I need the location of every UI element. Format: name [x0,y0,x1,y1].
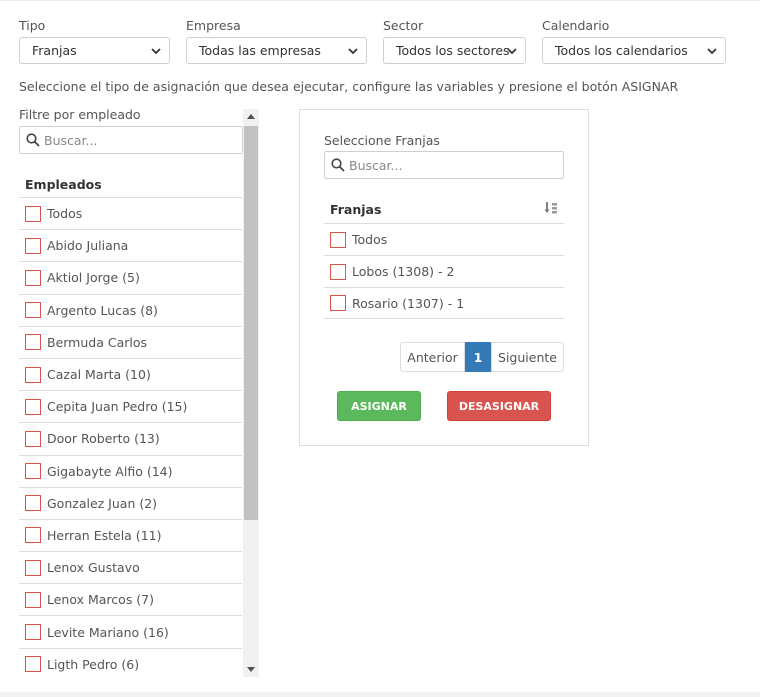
list-item-label: Herran Estela (11) [47,527,162,543]
list-item[interactable]: Door Roberto (13) [19,422,242,454]
checkbox[interactable] [25,334,41,351]
sector-select[interactable]: Todos los sectores [383,37,526,64]
sort-icon[interactable] [544,201,558,215]
list-item-label: Levite Mariano (16) [47,624,169,640]
list-item[interactable]: Lenox Marcos (7) [19,583,242,615]
franjas-header: Franjas [324,198,564,224]
checkbox[interactable] [25,591,41,608]
list-item[interactable]: Gigabayte Alfio (14) [19,454,242,487]
checkbox[interactable] [330,295,346,311]
list-item-label: Gigabayte Alfio (14) [47,463,173,479]
franjas-search[interactable] [324,151,564,179]
list-item[interactable]: Ligth Pedro (6) [19,647,242,680]
checkbox[interactable] [330,231,346,248]
assign-button[interactable]: ASIGNAR [337,391,421,421]
checkbox[interactable] [25,559,41,576]
list-item[interactable]: Todos [19,197,242,229]
checkbox[interactable] [25,366,41,383]
sector-select-value: Todos los sectores [396,43,510,58]
list-item[interactable]: Cepita Juan Pedro (15) [19,390,242,422]
calendario-select[interactable]: Todos los calendarios [542,37,726,64]
employee-scrollbar[interactable] [243,109,259,677]
list-item-label: Gonzalez Juan (2) [47,495,158,511]
franjas-search-input[interactable] [349,152,554,178]
scroll-thumb[interactable] [244,126,258,520]
checkbox[interactable] [25,624,41,641]
list-item-label: Cazal Marta (10) [47,367,151,383]
calendario-select-value: Todos los calendarios [555,43,688,58]
checkbox[interactable] [330,263,346,280]
checkbox[interactable] [25,430,41,447]
list-item-label: Door Roberto (13) [47,431,160,447]
list-item-label: Lenox Gustavo [47,560,140,576]
checkbox[interactable] [25,463,41,480]
franjas-panel: Seleccione Franjas Franjas Todos Lobos (1… [299,109,589,446]
employee-search-input[interactable] [44,127,234,153]
checkbox[interactable] [25,495,41,512]
list-item-label: Todos [47,206,83,222]
checkbox[interactable] [25,398,41,415]
list-item-label: Bermuda Carlos [47,334,148,350]
employee-filter-label: Filtre por empleado [19,107,141,122]
list-item[interactable]: Todos [324,223,564,255]
assignment-page: Tipo Franjas Empresa Todas las empresas … [0,0,760,697]
list-item[interactable]: Gonzalez Juan (2) [19,486,242,519]
list-item-label: Lobos (1308) - 2 [352,264,455,279]
empresa-select[interactable]: Todas las empresas [186,37,367,64]
list-item[interactable]: Rosario (1307) - 1 [324,287,564,319]
chevron-down-icon [507,48,517,55]
list-item-label: Cepita Juan Pedro (15) [47,399,188,415]
bottom-border [0,692,760,697]
list-item[interactable]: Aktiol Jorge (5) [19,261,242,293]
list-item[interactable]: Lobos (1308) - 2 [324,255,564,287]
list-item[interactable]: Herran Estela (11) [19,518,242,551]
tipo-label: Tipo [19,18,46,33]
checkbox[interactable] [25,269,41,286]
list-item-label: Todos [352,232,388,247]
list-item-label: Ligth Pedro (6) [47,656,140,672]
calendario-label: Calendario [542,18,610,33]
list-item-label: Argento Lucas (8) [47,302,158,318]
list-item-label: Rosario (1307) - 1 [352,295,465,311]
list-item-label: Aktiol Jorge (5) [47,270,140,286]
chevron-down-icon [348,48,358,55]
list-item-label: Abido Juliana [47,238,129,254]
list-item[interactable]: Abido Juliana [19,229,242,261]
instruction-text: Seleccione el tipo de asignación que des… [19,79,679,94]
pagination-next-button[interactable]: Siguiente [491,342,564,372]
list-item[interactable]: Bermuda Carlos [19,325,242,358]
list-item[interactable]: Argento Lucas (8) [19,293,242,326]
list-item[interactable]: Cazal Marta (10) [19,357,242,390]
checkbox[interactable] [25,302,41,319]
franjas-title: Seleccione Franjas [324,133,440,148]
chevron-down-icon [151,48,161,55]
tipo-select-value: Franjas [32,43,77,58]
tipo-select[interactable]: Franjas [19,37,170,64]
checkbox[interactable] [25,527,41,544]
employees-header: Empleados [25,177,102,192]
checkbox[interactable] [25,656,41,673]
scroll-down-arrow-icon[interactable] [247,667,255,672]
pagination: Anterior 1 Siguiente [400,342,564,372]
list-item-label: Lenox Marcos (7) [47,592,155,608]
list-item[interactable]: Levite Mariano (16) [19,615,242,647]
employee-search[interactable] [19,126,243,154]
franjas-list: Todos Lobos (1308) - 2 Rosario (1307) - 1 [324,223,564,319]
pagination-current-page[interactable]: 1 [465,342,491,372]
list-item[interactable]: Lenox Gustavo [19,551,242,583]
search-icon [331,158,345,172]
empresa-label: Empresa [186,18,241,33]
empresa-select-value: Todas las empresas [199,43,321,58]
chevron-down-icon [707,48,717,55]
unassign-button[interactable]: DESASIGNAR [447,391,551,421]
employee-list: Todos Abido Juliana Aktiol Jorge (5) Argent… [19,197,242,680]
franjas-header-label: Franjas [330,202,382,217]
pagination-prev-button[interactable]: Anterior [400,342,465,372]
scroll-up-arrow-icon[interactable] [247,114,255,119]
checkbox[interactable] [25,205,41,222]
sector-label: Sector [383,18,424,33]
checkbox[interactable] [25,237,41,254]
search-icon [26,133,40,147]
